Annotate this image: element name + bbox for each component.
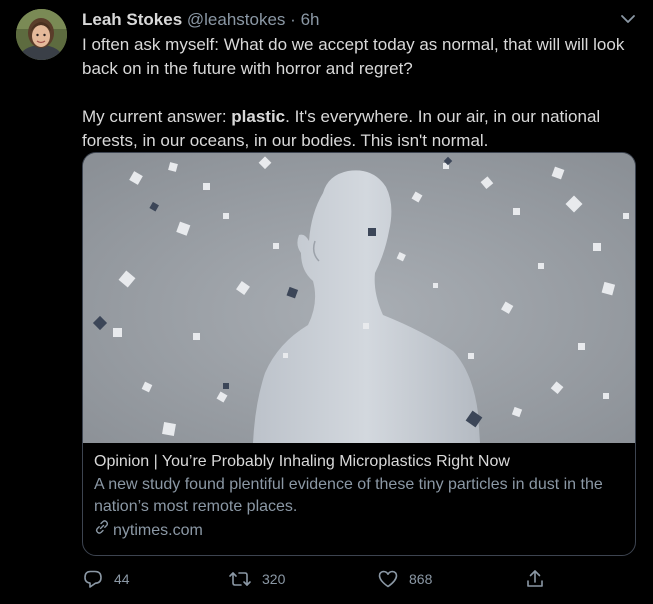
tweet-text: I often ask myself: What do we accept to… [82,33,638,153]
card-description: A new study found plentiful evidence of … [94,476,603,515]
tweet-paragraph-2: My current answer: plastic. It's everywh… [82,105,638,153]
tweet-paragraph-1: I often ask myself: What do we accept to… [82,35,625,78]
tweet-timestamp[interactable]: 6h [301,10,320,29]
tweet-actions: 44 320 868 [82,566,552,592]
share-button[interactable] [524,566,546,592]
retweet-icon [228,568,252,590]
link-icon [94,519,110,542]
card-title[interactable]: Opinion | You’re Probably Inhaling Micro… [94,451,624,473]
card-text: Opinion | You’re Probably Inhaling Micro… [83,443,635,542]
retweet-button[interactable]: 320 [228,566,285,592]
separator-dot: · [290,10,296,29]
card-domain[interactable]: nytimes.com [94,519,624,542]
like-button[interactable]: 868 [377,566,432,592]
user-handle[interactable]: @leahstokes [187,10,286,29]
retweet-count: 320 [262,571,286,587]
tweet[interactable]: Leah Stokes @leahstokes · 6h I often ask… [0,0,653,604]
tweet-paragraph-2-prefix: My current answer: [82,107,232,126]
heart-icon [377,568,399,590]
tweet-bold-word: plastic [231,107,286,126]
card-image [83,153,635,443]
reply-count: 44 [114,571,130,587]
avatar[interactable] [16,9,67,60]
reply-button[interactable]: 44 [82,566,130,592]
tweet-content: Leah Stokes @leahstokes · 6h I often ask… [82,8,638,153]
share-icon [524,568,546,590]
tweet-header: Leah Stokes @leahstokes · 6h [82,8,638,32]
card-domain-text: nytimes.com [113,521,203,539]
link-preview-card[interactable]: Opinion | You’re Probably Inhaling Micro… [82,152,636,556]
like-count: 868 [409,571,433,587]
reply-icon [82,568,104,590]
chevron-down-icon[interactable] [619,10,637,28]
display-name[interactable]: Leah Stokes [82,10,182,29]
